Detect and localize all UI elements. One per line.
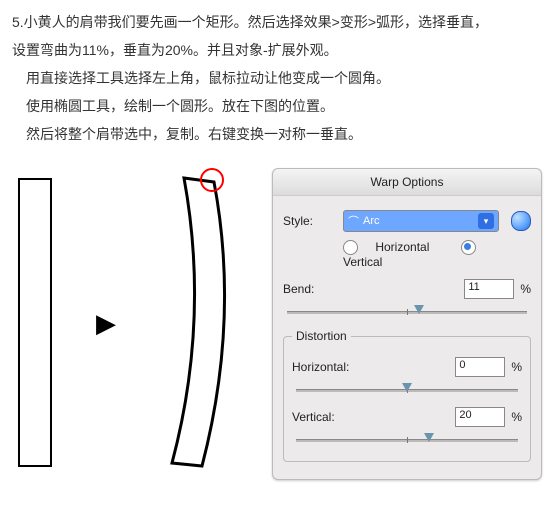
instruction-line: 5.小黄人的肩带我们要先画一个矩形。然后选择效果>变形>弧形，选择垂直， — [12, 8, 536, 36]
style-label: Style: — [283, 214, 343, 228]
dist-h-input[interactable]: 0 — [455, 357, 505, 377]
percent-sign: % — [520, 282, 531, 296]
bend-label: Bend: — [283, 282, 343, 296]
illustration-area: ▶ Warp Options Style: ⌒ Arc ▾ — [0, 168, 548, 488]
dist-v-slider[interactable] — [296, 433, 518, 447]
rectangle-shape — [18, 178, 52, 467]
chevron-updown-icon: ▾ — [478, 213, 494, 229]
distortion-group: Distortion Horizontal: 0 % Vertical: — [283, 329, 531, 462]
dist-h-label: Horizontal: — [292, 360, 372, 374]
horizontal-radio[interactable] — [343, 240, 358, 255]
dist-v-input[interactable]: 20 — [455, 407, 505, 427]
vertical-radio[interactable] — [461, 240, 476, 255]
ok-button[interactable] — [511, 211, 531, 231]
instruction-line: 然后将整个肩带选中，复制。右键变换一对称一垂直。 — [12, 120, 536, 148]
instruction-line: 设置弯曲为11%，垂直为20%。并且对象-扩展外观。 — [12, 36, 536, 64]
instruction-line: 用直接选择工具选择左上角，鼠标拉动让他变成一个圆角。 — [12, 64, 536, 92]
percent-sign: % — [511, 360, 522, 374]
arrow-icon: ▶ — [96, 308, 116, 339]
distortion-legend: Distortion — [292, 329, 351, 343]
dist-v-label: Vertical: — [292, 410, 372, 424]
instruction-block: 5.小黄人的肩带我们要先画一个矩形。然后选择效果>变形>弧形，选择垂直， 设置弯… — [0, 0, 548, 168]
style-value: Arc — [363, 215, 380, 227]
instruction-line: 使用椭圆工具，绘制一个圆形。放在下图的位置。 — [12, 92, 536, 120]
curved-shape — [140, 160, 260, 480]
warp-options-panel: Warp Options Style: ⌒ Arc ▾ Horizontal — [272, 168, 542, 480]
dist-h-slider[interactable] — [296, 383, 518, 397]
panel-title: Warp Options — [273, 169, 541, 196]
style-select[interactable]: ⌒ Arc ▾ — [343, 210, 499, 232]
bend-slider[interactable] — [287, 305, 527, 319]
horizontal-label: Horizontal — [375, 240, 429, 254]
arc-icon: ⌒ — [348, 213, 359, 229]
vertical-label: Vertical — [343, 255, 382, 269]
percent-sign: % — [511, 410, 522, 424]
bend-input[interactable]: 11 — [464, 279, 514, 299]
